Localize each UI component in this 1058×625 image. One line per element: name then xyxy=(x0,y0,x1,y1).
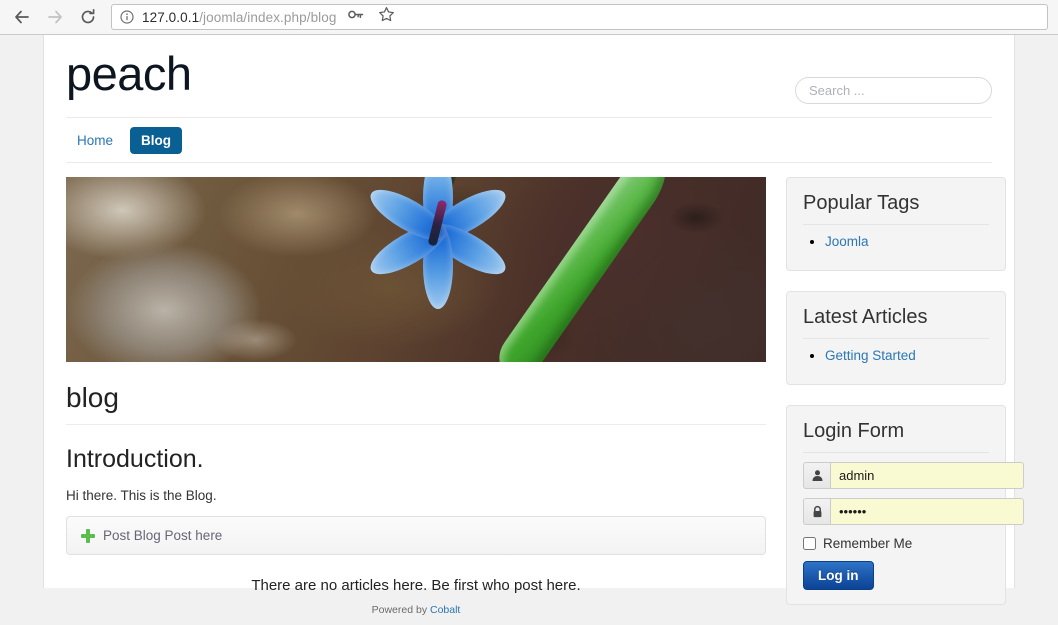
article-heading: Introduction. xyxy=(66,445,204,473)
cobalt-link[interactable]: Cobalt xyxy=(430,604,460,616)
page-title: blog xyxy=(66,382,766,425)
module-title: Login Form xyxy=(803,420,989,453)
site-header: peach xyxy=(66,35,992,104)
page-layout: blog Introduction. Hi there. This is the… xyxy=(66,163,1024,625)
forward-arrow-icon xyxy=(43,5,67,29)
tag-list: Joomla xyxy=(803,233,989,251)
user-icon xyxy=(803,462,830,489)
nav-item-blog[interactable]: Blog xyxy=(130,127,183,154)
reload-icon[interactable] xyxy=(76,5,100,29)
post-blog-link[interactable]: Post Blog Post here xyxy=(103,528,222,543)
list-item: Joomla xyxy=(825,233,989,251)
remember-me-row: Remember Me xyxy=(803,536,989,551)
powered-by: Powered by Cobalt xyxy=(66,604,766,616)
page-viewport: peach Home Blog xyxy=(0,35,1058,616)
sidebar: Popular Tags Joomla Latest Articles Gett… xyxy=(786,177,1024,625)
lock-icon xyxy=(803,498,830,525)
main-navigation: Home Blog xyxy=(66,117,992,163)
module-title: Latest Articles xyxy=(803,306,989,339)
module-title: Popular Tags xyxy=(803,192,989,225)
info-circle-icon[interactable] xyxy=(120,10,134,24)
article-link-getting-started[interactable]: Getting Started xyxy=(825,348,916,363)
module-login-form: Login Form admin Remember Me Log in xyxy=(786,405,1024,605)
browser-toolbar: 127.0.0.1/joomla/index.php/blog xyxy=(0,0,1058,35)
main-content: blog Introduction. Hi there. This is the… xyxy=(66,177,766,625)
powered-by-text: Powered by xyxy=(371,604,430,616)
url-host: 127.0.0.1 xyxy=(142,9,200,25)
search-input[interactable] xyxy=(795,77,992,104)
post-blog-panel[interactable]: Post Blog Post here xyxy=(66,516,766,555)
username-row xyxy=(803,462,1024,489)
address-bar[interactable]: 127.0.0.1/joomla/index.php/blog xyxy=(111,4,1048,30)
remember-me-label: Remember Me xyxy=(823,536,913,551)
site-title: peach xyxy=(66,47,192,100)
hero-image xyxy=(66,177,766,362)
url-path: /joomla/index.php/blog xyxy=(199,9,337,25)
remember-me-checkbox[interactable] xyxy=(803,537,816,550)
tag-link-joomla[interactable]: Joomla xyxy=(825,234,869,249)
star-icon[interactable] xyxy=(378,6,395,28)
module-latest-articles: Latest Articles Getting Started xyxy=(786,291,1006,385)
site-container: peach Home Blog xyxy=(43,35,1024,616)
article-list: Getting Started xyxy=(803,347,989,365)
password-row xyxy=(803,498,1024,525)
login-button[interactable]: Log in xyxy=(803,561,874,590)
nav-item-home[interactable]: Home xyxy=(66,127,124,154)
plus-icon xyxy=(81,528,95,543)
back-arrow-icon[interactable] xyxy=(10,5,34,29)
url-text: 127.0.0.1/joomla/index.php/blog xyxy=(142,10,337,25)
key-icon[interactable] xyxy=(347,6,364,28)
article-text: Hi there. This is the Blog. xyxy=(66,488,217,503)
username-input[interactable] xyxy=(830,462,1024,489)
no-articles-message: There are no articles here. Be first who… xyxy=(251,577,581,594)
module-popular-tags: Popular Tags Joomla xyxy=(786,177,1006,271)
password-input[interactable] xyxy=(830,498,1024,525)
list-item: Getting Started xyxy=(825,347,989,365)
